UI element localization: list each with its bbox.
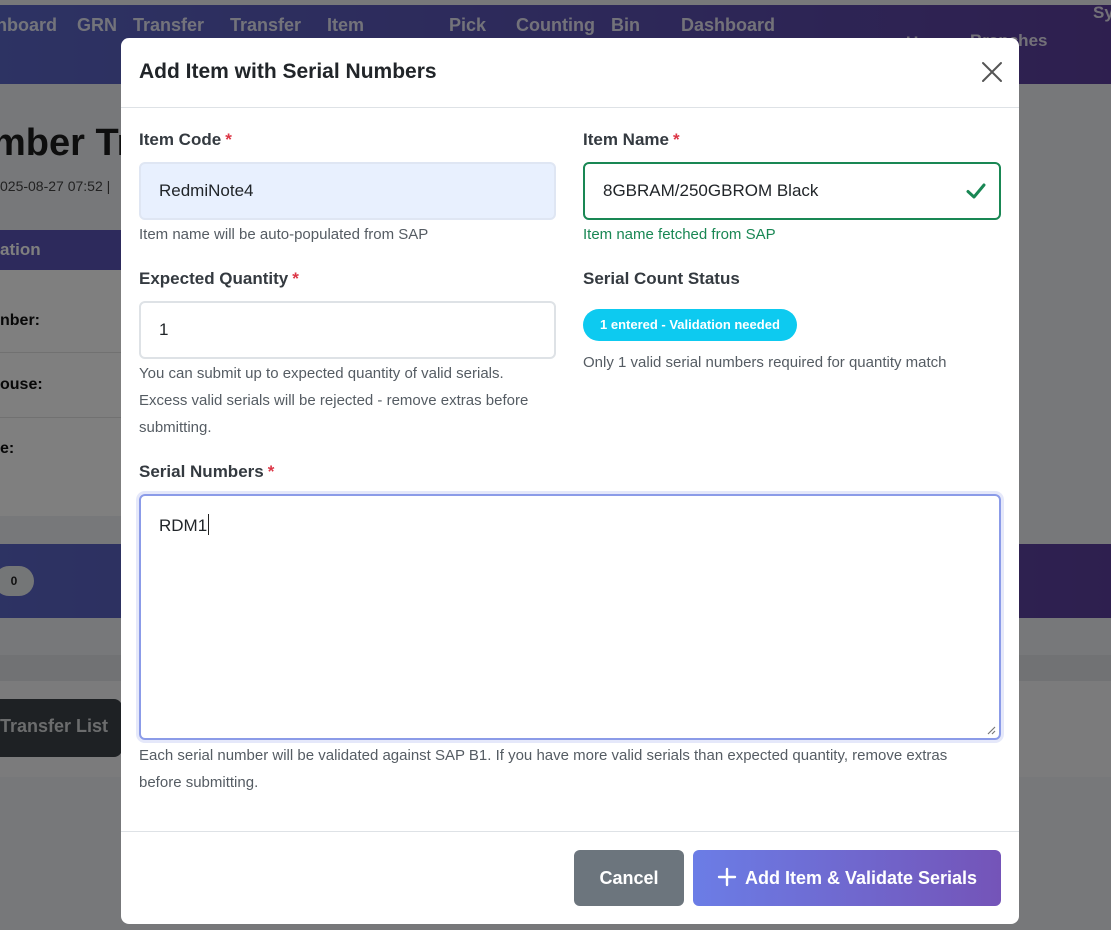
item-name-input[interactable]: 8GBRAM/250GBROM Black xyxy=(583,162,1001,220)
item-name-help: Item name fetched from SAP xyxy=(583,226,776,243)
add-item-validate-label: Add Item & Validate Serials xyxy=(744,868,978,888)
serial-numbers-label-text: Serial Numbers xyxy=(139,462,264,481)
expected-quantity-help-line: You can submit up to expected quantity o… xyxy=(139,365,504,382)
add-item-validate-button[interactable]: Add Item & Validate Serials xyxy=(693,850,1001,906)
item-code-input[interactable]: RedmiNote4 xyxy=(139,162,556,220)
required-marker: * xyxy=(267,462,275,481)
item-name-value: 8GBRAM/250GBROM Black xyxy=(603,181,819,200)
required-marker: * xyxy=(225,130,232,149)
resize-grip-icon[interactable] xyxy=(986,725,996,735)
serial-numbers-value: RDM1 xyxy=(159,516,208,535)
modal-title: Add Item with Serial Numbers xyxy=(139,60,437,83)
text-caret xyxy=(208,514,210,535)
serial-numbers-help-line: Each serial number will be validated aga… xyxy=(139,747,948,764)
serial-numbers-help: Each serial number will be validated aga… xyxy=(139,742,999,796)
expected-quantity-help: You can submit up to expected quantity o… xyxy=(139,360,528,441)
serial-numbers-help-line: before submitting. xyxy=(139,774,259,791)
close-icon xyxy=(982,62,1002,82)
modal-footer: Cancel Add Item & Validate Serials xyxy=(121,831,1019,924)
serial-numbers-label: Serial Numbers * xyxy=(139,462,274,482)
add-item-modal: Add Item with Serial Numbers Item Code * … xyxy=(121,38,1019,924)
required-marker: * xyxy=(292,269,299,288)
serial-count-status-help: Only 1 valid serial numbers required for… xyxy=(583,354,947,371)
item-code-help: Item name will be auto-populated from SA… xyxy=(139,226,429,243)
plus-icon xyxy=(717,867,737,887)
expected-quantity-label-text: Expected Quantity xyxy=(139,269,289,288)
check-icon xyxy=(966,183,986,199)
expected-quantity-input[interactable]: 1 xyxy=(139,301,556,359)
item-code-label: Item Code * xyxy=(139,130,232,150)
item-name-label-text: Item Name xyxy=(583,130,669,149)
expected-quantity-label: Expected Quantity * xyxy=(139,269,299,289)
serial-count-status-label: Serial Count Status xyxy=(583,269,740,288)
expected-quantity-help-line: Excess valid serials will be rejected - … xyxy=(139,392,529,409)
serial-numbers-textarea[interactable]: RDM1 xyxy=(139,494,1001,740)
required-marker: * xyxy=(672,130,680,149)
item-name-label: Item Name * xyxy=(583,130,680,150)
expected-quantity-help-line: submitting. xyxy=(139,419,212,436)
close-button[interactable] xyxy=(979,59,1005,85)
cancel-button[interactable]: Cancel xyxy=(574,850,684,906)
modal-header: Add Item with Serial Numbers xyxy=(121,38,1019,108)
serial-count-status-badge: 1 entered - Validation needed xyxy=(583,309,797,341)
item-code-label-text: Item Code xyxy=(139,130,222,149)
